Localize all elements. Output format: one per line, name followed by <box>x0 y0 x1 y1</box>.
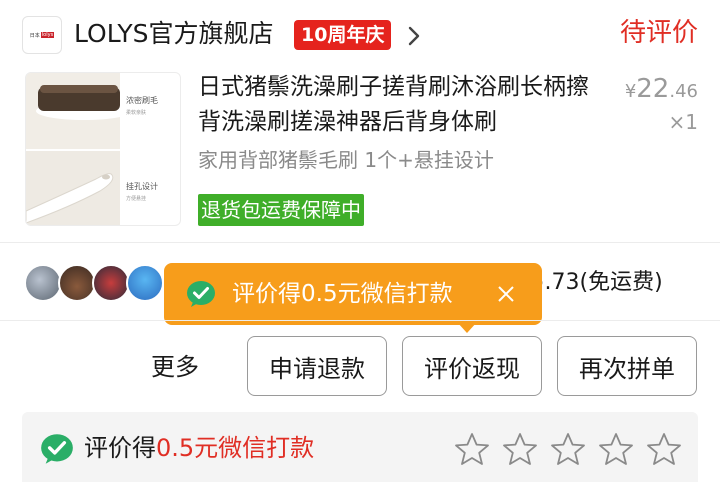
price-decimal: .46 <box>669 81 698 102</box>
star-outline-icon[interactable] <box>598 432 634 466</box>
anniversary-badge: 10周年庆 <box>294 20 392 50</box>
store-logo-text-jp: 日本 <box>29 32 40 39</box>
star-outline-icon[interactable] <box>454 432 490 466</box>
star-outline-icon[interactable] <box>646 432 682 466</box>
total-decimal: .73 <box>544 270 580 295</box>
avatar <box>126 264 164 302</box>
close-icon[interactable] <box>496 284 516 304</box>
store-logo-text-brand: lolys <box>40 32 55 38</box>
review-bar[interactable]: 评价得0.5元微信打款 <box>22 412 698 482</box>
tooltip-arrow <box>457 322 477 333</box>
wechat-pay-icon <box>41 434 73 464</box>
store-logo[interactable]: 日本 lolys <box>22 16 62 54</box>
divider <box>0 242 720 243</box>
avatar <box>58 264 96 302</box>
product-image[interactable]: 浓密刷毛 柔软亲肤 挂孔设计 方便悬挂 <box>25 72 181 226</box>
order-total: 5.73(免运费) <box>528 262 663 302</box>
order-status: 待评价 <box>619 18 698 48</box>
cashback-tooltip[interactable]: 评价得0.5元微信打款 <box>164 263 542 325</box>
store-name[interactable]: LOLYS官方旗舰店 <box>74 17 273 51</box>
review-reward-amount: 0.5元微信打款 <box>156 434 315 462</box>
review-cashback-button[interactable]: 评价返现 <box>402 336 542 396</box>
price-symbol: ¥ <box>624 81 637 102</box>
thumb-sublabel-hook: 方便悬挂 <box>126 196 147 202</box>
more-button[interactable]: 更多 <box>151 350 199 384</box>
price-integer: 22 <box>636 74 670 104</box>
star-outline-icon[interactable] <box>550 432 586 466</box>
divider <box>0 320 720 321</box>
avatar <box>24 264 62 302</box>
star-outline-icon[interactable] <box>502 432 538 466</box>
thumb-label-hook: 挂孔设计 <box>126 182 158 191</box>
shipping-note: (免运费) <box>579 270 663 295</box>
quantity: ×1 <box>668 110 698 134</box>
unit-price: ¥22.46 <box>625 74 698 104</box>
product-spec: 家用背部猪鬃毛刷 1个+悬挂设计 <box>198 148 494 172</box>
product-title[interactable]: 日式猪鬃洗澡刷子搓背刷沐浴刷长柄擦背洗澡刷搓澡神器后背身体刷 <box>198 70 610 140</box>
thumb-sublabel-bristle: 柔软亲肤 <box>126 110 147 116</box>
review-reward-text: 评价得0.5元微信打款 <box>84 430 314 466</box>
reorder-button[interactable]: 再次拼单 <box>557 336 697 396</box>
wechat-pay-icon <box>187 281 215 307</box>
apply-refund-button[interactable]: 申请退款 <box>247 336 387 396</box>
review-reward-prefix: 评价得 <box>84 434 156 462</box>
thumb-label-bristle: 浓密刷毛 <box>126 96 158 105</box>
tooltip-text: 评价得0.5元微信打款 <box>232 281 453 307</box>
store-header[interactable]: 日本 lolys LOLYS官方旗舰店 10周年庆 待评价 <box>0 0 720 70</box>
avatar <box>92 264 130 302</box>
return-shipping-badge: 退货包运费保障中 <box>198 194 364 226</box>
chevron-right-icon[interactable] <box>407 25 421 47</box>
